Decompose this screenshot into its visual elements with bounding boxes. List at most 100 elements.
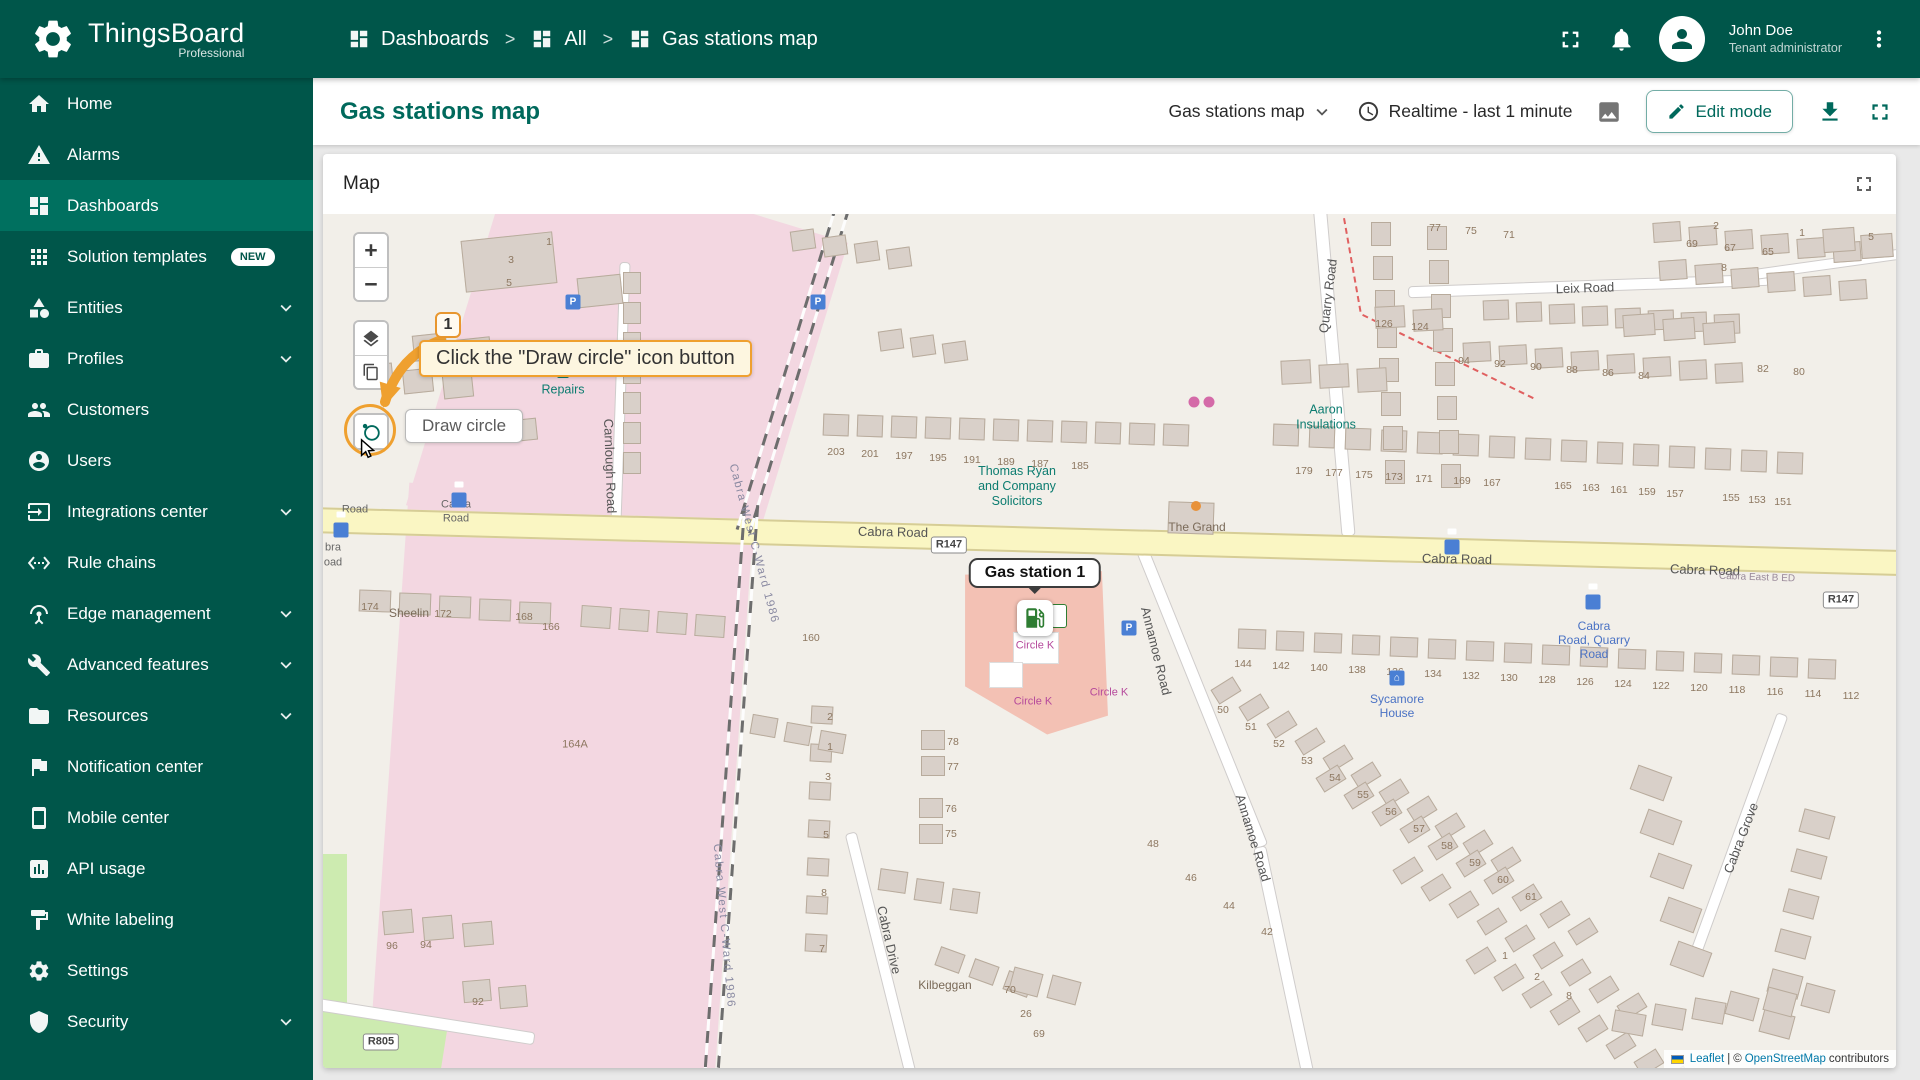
notifications-bell-icon[interactable]	[1608, 26, 1635, 53]
building	[1652, 221, 1682, 243]
building	[1702, 320, 1736, 346]
sidebar-item-notification-center[interactable]: Notification center	[0, 741, 313, 792]
house-number: 60	[1497, 874, 1509, 886]
building	[498, 984, 528, 1010]
leaflet-link[interactable]: Leaflet	[1690, 1053, 1725, 1065]
building	[1521, 980, 1553, 1009]
sidebar-nav: Home Alarms Dashboards Solution templates NE…	[0, 78, 313, 1080]
sidebar-item-profiles[interactable]: Profiles	[0, 333, 313, 384]
dashboards-icon	[27, 194, 51, 218]
map-poi-icon	[1188, 396, 1200, 408]
sidebar-item-solution-templates[interactable]: Solution templates NEW	[0, 231, 313, 282]
building	[1275, 630, 1305, 652]
building	[1800, 982, 1836, 1014]
image-gallery-icon[interactable]	[1596, 99, 1622, 125]
house-number: 167	[1483, 477, 1501, 489]
chevron-down-icon	[1311, 101, 1333, 123]
sidebar-item-settings[interactable]: Settings	[0, 945, 313, 996]
map-shapes-button[interactable]	[355, 355, 387, 388]
house-number: 2	[1534, 971, 1540, 983]
building	[1420, 873, 1452, 902]
sidebar-item-rule-chains[interactable]: Rule chains	[0, 537, 313, 588]
sidebar-item-edge-management[interactable]: Edge management	[0, 588, 313, 639]
map-layers-button[interactable]	[355, 322, 387, 355]
house-number: 132	[1462, 670, 1480, 682]
house-number: 54	[1329, 772, 1341, 784]
avatar[interactable]	[1658, 16, 1705, 62]
house-number: 78	[947, 736, 959, 748]
fullscreen-icon[interactable]	[1557, 26, 1584, 53]
zoom-in-button[interactable]: +	[355, 234, 387, 267]
map-label: Sycamore House	[1369, 691, 1425, 720]
map-label: Road	[442, 512, 470, 525]
sidebar-item-api-usage[interactable]: API usage	[0, 843, 313, 894]
sidebar-item-mobile-center[interactable]: Mobile center	[0, 792, 313, 843]
kebab-menu-icon[interactable]	[1866, 26, 1892, 52]
map-label: Circle K	[1089, 686, 1129, 699]
house-number: 112	[1842, 690, 1860, 702]
sidebar-item-white-labeling[interactable]: White labeling	[0, 894, 313, 945]
house-number: 8	[821, 887, 827, 899]
map-label: Sheelin	[388, 605, 430, 620]
new-badge: NEW	[230, 247, 275, 266]
sidebar-item-advanced-features[interactable]: Advanced features	[0, 639, 313, 690]
pencil-icon	[1667, 102, 1686, 121]
sidebar-item-alarms[interactable]: Alarms	[0, 129, 313, 180]
user-info[interactable]: John Doe Tenant administrator	[1729, 22, 1842, 56]
download-icon[interactable]	[1817, 99, 1843, 125]
building	[934, 946, 966, 974]
timewindow-button[interactable]: Realtime - last 1 minute	[1357, 100, 1572, 123]
sidebar-item-entities[interactable]: Entities	[0, 282, 313, 333]
building	[1532, 941, 1564, 970]
osm-link[interactable]: OpenStreetMap	[1745, 1053, 1826, 1065]
building	[1790, 848, 1828, 880]
marker-tooltip[interactable]: Gas station 1	[968, 558, 1102, 588]
house-number: 5	[823, 829, 829, 841]
breadcrumb-item-dashboards[interactable]: Dashboards	[348, 28, 489, 51]
dashboard-select[interactable]: Gas stations map	[1168, 101, 1332, 123]
house-number: 128	[1538, 674, 1556, 686]
building	[1488, 435, 1516, 459]
toolbar-fullscreen-icon[interactable]	[1867, 99, 1893, 125]
app-logo[interactable]: ThingsBoard Professional	[0, 16, 300, 62]
map-widget: Map Quarry Road Leix Road Carnlough Road…	[323, 154, 1896, 1068]
chevron-down-icon	[275, 297, 297, 319]
building	[623, 302, 641, 324]
building	[1476, 907, 1508, 936]
widget-expand-icon[interactable]	[1852, 172, 1876, 196]
house-number: 1	[1502, 950, 1508, 962]
building	[749, 713, 779, 739]
entities-icon	[27, 296, 51, 320]
sidebar-item-users[interactable]: Users	[0, 435, 313, 486]
sidebar-item-customers[interactable]: Customers	[0, 384, 313, 435]
breadcrumb-item-gas-stations-map[interactable]: Gas stations map	[629, 28, 818, 51]
building	[1669, 940, 1713, 978]
sidebar-item-integrations-center[interactable]: Integrations center	[0, 486, 313, 537]
alarm-icon	[27, 143, 51, 167]
building	[921, 730, 945, 750]
house-number: 59	[1469, 857, 1481, 869]
gas-station-marker[interactable]	[1017, 600, 1053, 636]
road-ref-badge: R147	[1822, 591, 1860, 609]
breadcrumb-item-all[interactable]: All	[531, 28, 587, 51]
zoom-out-button[interactable]: −	[355, 267, 387, 300]
sidebar-item-home[interactable]: Home	[0, 78, 313, 129]
app-edition: Professional	[178, 45, 245, 60]
map-canvas[interactable]: Quarry RoadLeix RoadCarnlough RoadCabraR…	[323, 214, 1896, 1068]
building	[1605, 1031, 1637, 1060]
building	[822, 413, 850, 437]
building	[1596, 441, 1624, 465]
house-number: 96	[386, 940, 398, 952]
sidebar-item-dashboards[interactable]: Dashboards	[0, 180, 313, 231]
edit-mode-button[interactable]: Edit mode	[1646, 90, 1793, 133]
ev-charger-icon	[1051, 604, 1067, 628]
building	[1539, 900, 1571, 929]
home-icon	[27, 92, 51, 116]
house-number: 92	[472, 996, 484, 1008]
sidebar-item-security[interactable]: Security	[0, 996, 313, 1047]
building	[806, 857, 830, 877]
house-number: 44	[1223, 900, 1235, 912]
house-number: 172	[434, 608, 452, 620]
building	[856, 414, 884, 438]
sidebar-item-resources[interactable]: Resources	[0, 690, 313, 741]
